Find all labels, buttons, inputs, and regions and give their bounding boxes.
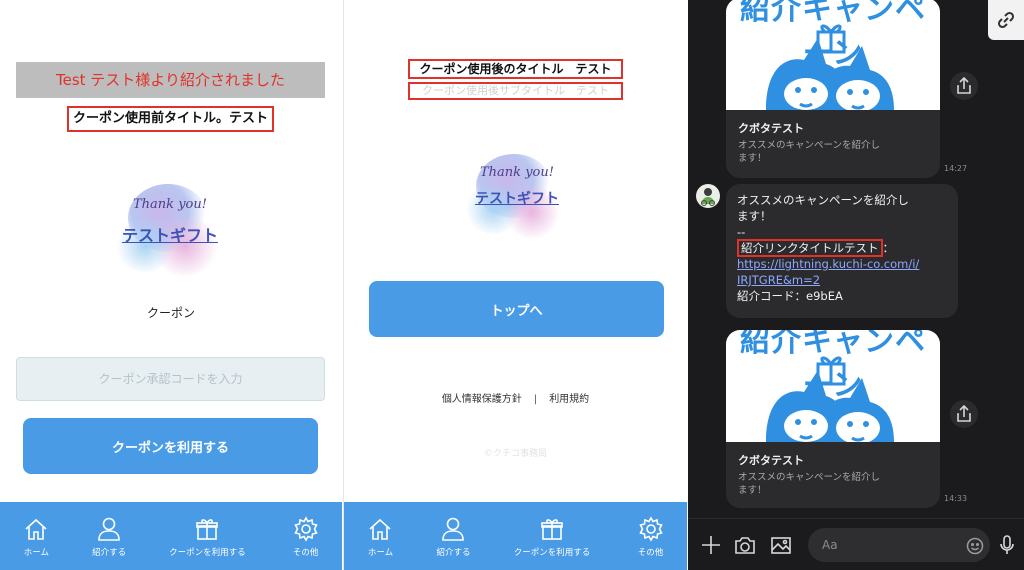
gift-icon <box>196 519 219 540</box>
link-chain-button[interactable] <box>988 0 1024 40</box>
coupon-before-screen: Test テスト様より紹介されました クーポン使用前タイトル。テスト Thank… <box>0 0 342 570</box>
tab-use-coupon-label: クーポンを利用する <box>513 548 591 558</box>
referral-url-cont[interactable]: IRJTGRE&m=2 <box>737 272 947 288</box>
coupon-after-screen: クーポン使用後のタイトル テスト クーポン使用後サブタイトル テスト Thank… <box>343 0 687 570</box>
tab-home[interactable]: ホーム <box>0 502 73 570</box>
logo-gift-text: テストギフト <box>475 191 559 207</box>
tab-refer[interactable]: 紹介する <box>417 502 490 570</box>
thank-you-gift-logo: Thank you! テストギフト <box>110 180 230 280</box>
emoji-icon[interactable] <box>966 537 984 555</box>
coupon-label: クーポン <box>146 306 195 320</box>
tab-other[interactable]: その他 <box>269 502 342 570</box>
link-title: 紹介リンクタイトルテスト <box>737 239 883 257</box>
image-icon[interactable] <box>768 532 794 558</box>
microphone-icon[interactable] <box>994 532 1020 558</box>
camera-icon[interactable] <box>732 532 758 558</box>
chat-screen: 紹介キャンペーン クボタテスト オススメのキャンペーンを紹介します！ 14:27… <box>688 0 1024 570</box>
message-time: 14:27 <box>944 164 968 173</box>
person-icon <box>98 517 120 541</box>
referral-code: 紹介コード：e9bEA <box>737 289 843 303</box>
footer-separator: | <box>533 394 538 405</box>
share-icon[interactable] <box>950 72 978 100</box>
card-description: オススメのキャンペーンを紹介します！ <box>738 472 881 496</box>
logo-script-text: Thank you! <box>480 165 554 180</box>
tab-home[interactable]: ホーム <box>344 502 417 570</box>
tab-other[interactable]: その他 <box>614 502 687 570</box>
campaign-image: 紹介キャンペーン <box>726 330 940 442</box>
tab-home-label: ホーム <box>367 548 394 558</box>
footer-links: 個人情報保護方針 | 利用規約 <box>344 390 687 405</box>
logo-script-text: Thank you! <box>133 197 207 212</box>
campaign-card[interactable]: 紹介キャンペーン クボタテスト オススメのキャンペーンを紹介します！ <box>726 0 940 178</box>
home-icon <box>25 518 47 540</box>
mascot-gift-illustration <box>766 24 894 110</box>
gift-icon <box>541 519 563 540</box>
use-coupon-button[interactable]: クーポンを利用する <box>23 418 318 474</box>
link-title-colon: ： <box>882 241 895 255</box>
card-description: オススメのキャンペーンを紹介します！ <box>738 140 881 164</box>
chain-link-icon <box>997 11 1015 29</box>
tab-refer-label: 紹介する <box>92 548 127 558</box>
message-input-bar <box>688 518 1024 570</box>
tab-other-label: その他 <box>292 548 319 558</box>
tab-bar: ホーム 紹介する クーポンを利用する その他 <box>344 502 687 570</box>
plus-icon[interactable] <box>698 532 724 558</box>
gear-icon <box>293 516 318 542</box>
tab-use-coupon[interactable]: クーポンを利用する <box>490 502 614 570</box>
coupon-code-input[interactable] <box>16 357 325 401</box>
tab-use-coupon-label: クーポンを利用する <box>169 548 246 558</box>
back-to-top-button[interactable]: トップへ <box>369 281 664 337</box>
message-time: 14:33 <box>944 494 968 503</box>
card-title: クボタテスト <box>738 454 804 467</box>
card-title: クボタテスト <box>738 122 804 135</box>
campaign-card[interactable]: 紹介キャンペーン クボタテスト オススメのキャンペーンを紹介します！ <box>726 330 940 508</box>
copyright-text: ©クチコ事務局 <box>483 449 547 459</box>
avatar-icon <box>701 188 715 206</box>
mascot-gift-illustration <box>766 356 894 442</box>
message-input[interactable] <box>808 528 990 562</box>
gear-icon <box>638 516 663 542</box>
logo-gift-text: テストギフト <box>121 226 218 245</box>
campaign-image: 紹介キャンペーン <box>726 0 940 110</box>
message-bubble[interactable]: オススメのキャンペーンを紹介し ます！ -- 紹介リンクタイトルテスト： htt… <box>726 184 958 318</box>
tab-use-coupon[interactable]: クーポンを利用する <box>146 502 270 570</box>
coupon-title-before: クーポン使用前タイトル。テスト <box>67 106 274 132</box>
person-icon <box>442 517 465 541</box>
referral-url[interactable]: https://lightning.kuchi-co.com/i/ <box>737 256 947 272</box>
coupon-subtitle-after: クーポン使用後サブタイトル テスト <box>408 82 623 100</box>
tab-bar: ホーム 紹介する クーポンを利用する その他 <box>0 502 342 570</box>
share-icon[interactable] <box>950 400 978 428</box>
tab-other-label: その他 <box>637 548 664 558</box>
coupon-title-after: クーポン使用後のタイトル テスト <box>408 59 623 79</box>
message-line: ます！ <box>737 209 772 223</box>
message-line: -- <box>737 225 746 239</box>
thank-you-gift-logo: Thank you! テストギフト <box>462 148 572 248</box>
terms-link[interactable]: 利用規約 <box>549 394 589 405</box>
tab-refer[interactable]: 紹介する <box>73 502 146 570</box>
avatar[interactable] <box>696 184 720 208</box>
home-icon <box>369 518 392 540</box>
privacy-policy-link[interactable]: 個人情報保護方針 <box>442 394 522 405</box>
tab-refer-label: 紹介する <box>436 548 471 558</box>
tab-home-label: ホーム <box>23 548 49 558</box>
referral-banner: Test テスト様より紹介されました <box>16 62 325 98</box>
message-line: オススメのキャンペーンを紹介し <box>737 193 909 207</box>
